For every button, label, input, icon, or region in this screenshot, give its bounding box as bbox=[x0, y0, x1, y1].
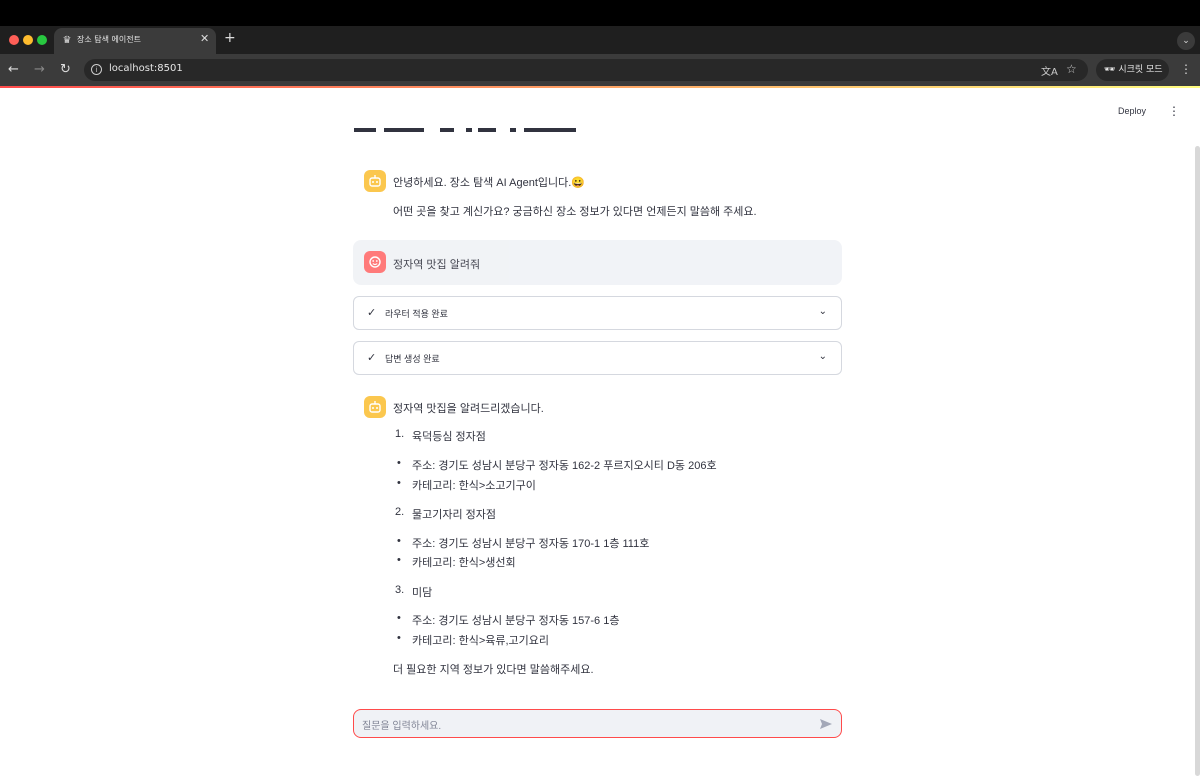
browser-tab[interactable]: ♛ 장소 탐색 에이전트 ✕ bbox=[54, 28, 216, 54]
page-title-clipped bbox=[354, 116, 594, 136]
place-category: 카테고리: 한식>소고기구이 bbox=[412, 480, 536, 492]
os-menu-bar bbox=[0, 0, 1200, 26]
check-icon: ✓ bbox=[367, 351, 377, 364]
chat-input[interactable]: 질문을 입력하세요. bbox=[353, 709, 842, 738]
answer-closing: 더 필요한 지역 정보가 있다면 말씀해주세요. bbox=[393, 664, 594, 676]
bullet-icon: • bbox=[397, 554, 401, 566]
bullet-icon: • bbox=[397, 477, 401, 489]
translate-icon[interactable]: 文A bbox=[1041, 63, 1058, 78]
greeting-line-1: 안녕하세요. 장소 탐색 AI Agent입니다.😀 bbox=[393, 177, 586, 189]
user-face-icon bbox=[364, 251, 386, 273]
new-tab-icon[interactable]: + bbox=[224, 30, 236, 46]
browser-menu-icon[interactable]: ⋮ bbox=[1180, 62, 1192, 76]
url-text[interactable]: localhost:8501 bbox=[109, 63, 183, 74]
assistant-message-greeting: 안녕하세요. 장소 탐색 AI Agent입니다.😀 어떤 곳을 찾고 계신가요… bbox=[353, 168, 842, 218]
list-number: 2. bbox=[395, 506, 405, 518]
close-window-button[interactable] bbox=[9, 35, 19, 45]
crown-icon: ♛ bbox=[62, 35, 72, 46]
browser-tab-strip: ♛ 장소 탐색 에이전트 ✕ bbox=[0, 26, 1200, 54]
place-address: 주소: 경기도 성남시 분당구 정자동 170-1 1층 111호 bbox=[412, 538, 650, 550]
bullet-icon: • bbox=[397, 632, 401, 644]
deploy-button[interactable]: Deploy bbox=[1118, 106, 1146, 116]
minimize-window-button[interactable] bbox=[23, 35, 33, 45]
info-icon[interactable]: i bbox=[91, 64, 102, 75]
chat-input-placeholder[interactable]: 질문을 입력하세요. bbox=[362, 717, 441, 732]
place-category: 카테고리: 한식>생선회 bbox=[412, 557, 516, 569]
chevron-down-icon[interactable]: ⌄ bbox=[819, 306, 827, 317]
incognito-icon: 🕶 bbox=[1104, 65, 1116, 75]
place-address: 주소: 경기도 성남시 분당구 정자동 157-6 1층 bbox=[412, 615, 620, 627]
incognito-badge[interactable]: 🕶 시크릿 모드 bbox=[1096, 59, 1169, 81]
answer-intro: 정자역 맛집을 알려드리겠습니다. bbox=[393, 403, 544, 415]
robot-icon bbox=[364, 170, 386, 192]
bullet-icon: • bbox=[397, 612, 401, 624]
place-name: 육덕등심 정자점 bbox=[412, 431, 486, 443]
status-label-router: 라우터 적용 완료 bbox=[385, 309, 448, 319]
reload-icon[interactable]: ↻ bbox=[60, 62, 71, 77]
chevron-down-icon[interactable]: ⌄ bbox=[1177, 32, 1195, 50]
list-number: 1. bbox=[395, 428, 405, 440]
robot-icon bbox=[364, 396, 386, 418]
check-icon: ✓ bbox=[367, 306, 377, 319]
close-tab-icon[interactable]: ✕ bbox=[200, 32, 209, 45]
app-menu-icon[interactable]: ⋮ bbox=[1168, 104, 1180, 118]
user-message-text: 정자역 맛집 알려줘 bbox=[393, 259, 481, 271]
back-arrow-icon[interactable]: ← bbox=[8, 62, 19, 77]
list-number: 3. bbox=[395, 584, 405, 596]
status-label-answer: 답변 생성 완료 bbox=[385, 354, 440, 364]
app-viewport: Deploy ⋮ 안녕하세요. 장소 탐색 AI Agent입니다.😀 어떤 곳… bbox=[0, 88, 1200, 776]
scrollbar[interactable] bbox=[1195, 146, 1200, 776]
place-category: 카테고리: 한식>육류,고기요리 bbox=[412, 635, 550, 647]
browser-toolbar: ← → ↻ i localhost:8501 文A ☆ 🕶 시크릿 모드 ⋮ bbox=[0, 54, 1200, 86]
bullet-icon: • bbox=[397, 535, 401, 547]
bullet-icon: • bbox=[397, 457, 401, 469]
star-icon[interactable]: ☆ bbox=[1066, 62, 1077, 76]
user-message: 정자역 맛집 알려줘 bbox=[353, 240, 842, 285]
chevron-down-icon[interactable]: ⌄ bbox=[819, 351, 827, 362]
incognito-label: 시크릿 모드 bbox=[1118, 65, 1163, 75]
place-name: 미담 bbox=[412, 587, 433, 599]
status-expander-answer[interactable]: ✓ 답변 생성 완료 ⌄ bbox=[353, 341, 842, 375]
tab-title: 장소 탐색 에이전트 bbox=[77, 35, 141, 44]
send-icon[interactable] bbox=[819, 716, 833, 735]
status-expander-router[interactable]: ✓ 라우터 적용 완료 ⌄ bbox=[353, 296, 842, 330]
place-name: 물고기자리 정자점 bbox=[412, 509, 497, 521]
address-bar[interactable]: i localhost:8501 文A ☆ bbox=[84, 59, 1088, 81]
place-address: 주소: 경기도 성남시 분당구 정자동 162-2 푸르지오시티 D동 206호 bbox=[412, 460, 717, 472]
greeting-line-2: 어떤 곳을 찾고 계신가요? 궁금하신 장소 정보가 있다면 언제든지 말씀해 … bbox=[393, 206, 757, 218]
maximize-window-button[interactable] bbox=[37, 35, 47, 45]
assistant-message-answer: 정자역 맛집을 알려드리겠습니다. 1. 육덕등심 정자점 • 주소: 경기도 … bbox=[353, 394, 842, 679]
forward-arrow-icon[interactable]: → bbox=[34, 62, 45, 77]
